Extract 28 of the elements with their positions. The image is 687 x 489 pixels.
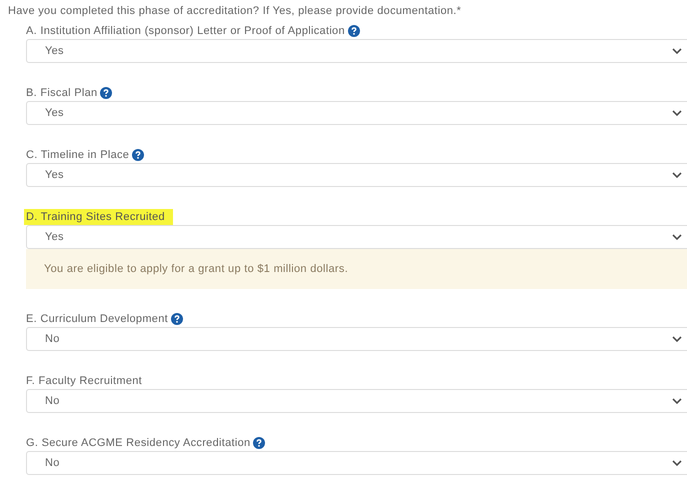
chevron-down-icon [672, 234, 682, 240]
dropdown-select[interactable]: No [26, 451, 687, 475]
chevron-down-icon [672, 110, 682, 116]
chevron-down-icon [672, 172, 682, 178]
dropdown-select[interactable]: Yes [26, 39, 687, 63]
dropdown-select[interactable]: No [26, 327, 687, 351]
field-label: A. Institution Affiliation (sponsor) Letter or Proof of Application [26, 24, 346, 39]
field-label: F. Faculty Recruitment [26, 374, 144, 389]
field-label: B. Fiscal Plan [26, 86, 98, 101]
field-label: D. Training Sites Recruited [24, 209, 173, 225]
field-label: C. Timeline in Place [26, 148, 130, 163]
chevron-down-icon [672, 336, 682, 342]
help-icon[interactable] [253, 437, 266, 449]
chevron-down-icon [672, 460, 682, 466]
chevron-down-icon [672, 398, 682, 404]
question-text: Have you completed this phase of accreditation? If Yes, please provide documentation.* [8, 4, 462, 19]
chevron-down-icon [672, 48, 682, 54]
help-icon[interactable] [132, 149, 144, 161]
dropdown-select[interactable]: Yes [26, 163, 687, 187]
info-notice: You are eligible to apply for a grant up to $1 million dollars. [26, 249, 687, 289]
field-label: G. Secure ACGME Residency Accreditation [26, 436, 252, 451]
help-icon[interactable] [348, 25, 360, 37]
dropdown-select[interactable]: Yes [26, 225, 687, 249]
dropdown-select[interactable]: Yes [26, 101, 687, 125]
dropdown-select[interactable]: No [26, 389, 687, 413]
help-icon[interactable] [171, 313, 183, 325]
help-icon[interactable] [100, 87, 112, 99]
field-label: E. Curriculum Development [26, 312, 169, 327]
